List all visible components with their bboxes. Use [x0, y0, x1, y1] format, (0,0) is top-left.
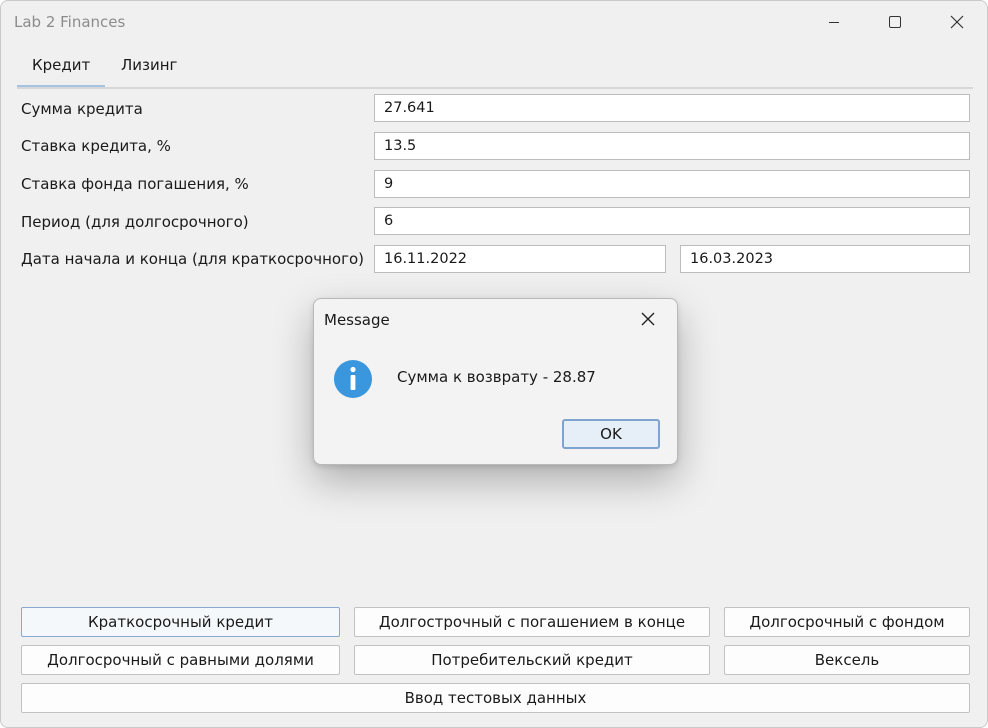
loan-rate-input[interactable]: [374, 132, 970, 160]
test-data-button[interactable]: Ввод тестовых данных: [21, 683, 970, 713]
tab-divider: [17, 87, 973, 89]
maximize-button[interactable]: [872, 1, 918, 43]
tab-leasing[interactable]: Лизинг: [106, 49, 192, 85]
loan-rate-label: Ставка кредита, %: [21, 137, 171, 155]
message-dialog: Message Сумма к возврату - 28.87 OK: [313, 298, 678, 465]
ok-button[interactable]: OK: [562, 419, 660, 449]
window-title: Lab 2 Finances: [14, 13, 126, 31]
dialog-message: Сумма к возврату - 28.87: [397, 368, 596, 386]
tab-credit[interactable]: Кредит: [17, 49, 105, 88]
long-term-equal-shares-button[interactable]: Долгосрочный с равными долями: [21, 645, 340, 675]
period-label: Период (для долгосрочного): [21, 213, 249, 231]
end-date-input[interactable]: [680, 245, 970, 273]
long-term-fund-button[interactable]: Долгосрочный с фондом: [724, 607, 970, 637]
close-icon: [641, 312, 655, 326]
minimize-button[interactable]: [811, 1, 857, 43]
short-term-credit-button[interactable]: Краткосрочный кредит: [21, 607, 340, 637]
start-date-input[interactable]: [374, 245, 666, 273]
title-bar[interactable]: Lab 2 Finances: [1, 1, 987, 43]
long-term-end-payment-button[interactable]: Долгострочный с погашением в конце: [354, 607, 710, 637]
dialog-close-button[interactable]: [632, 307, 664, 331]
fund-rate-label: Ставка фонда погашения, %: [21, 175, 249, 193]
bill-button[interactable]: Вексель: [724, 645, 970, 675]
main-window: Lab 2 Finances Кредит Лизинг Сумма креди…: [0, 0, 988, 728]
loan-amount-label: Сумма кредита: [21, 100, 143, 118]
dates-label: Дата начала и конца (для краткосрочного): [21, 250, 364, 268]
close-button[interactable]: [934, 1, 980, 43]
consumer-credit-button[interactable]: Потребительский кредит: [354, 645, 710, 675]
maximize-icon: [889, 16, 901, 28]
info-icon: [334, 360, 372, 398]
fund-rate-input[interactable]: [374, 170, 970, 198]
minimize-icon: [829, 22, 839, 23]
period-input[interactable]: [374, 207, 970, 235]
close-icon: [950, 15, 964, 29]
loan-amount-input[interactable]: [374, 94, 970, 122]
dialog-title: Message: [324, 311, 390, 329]
